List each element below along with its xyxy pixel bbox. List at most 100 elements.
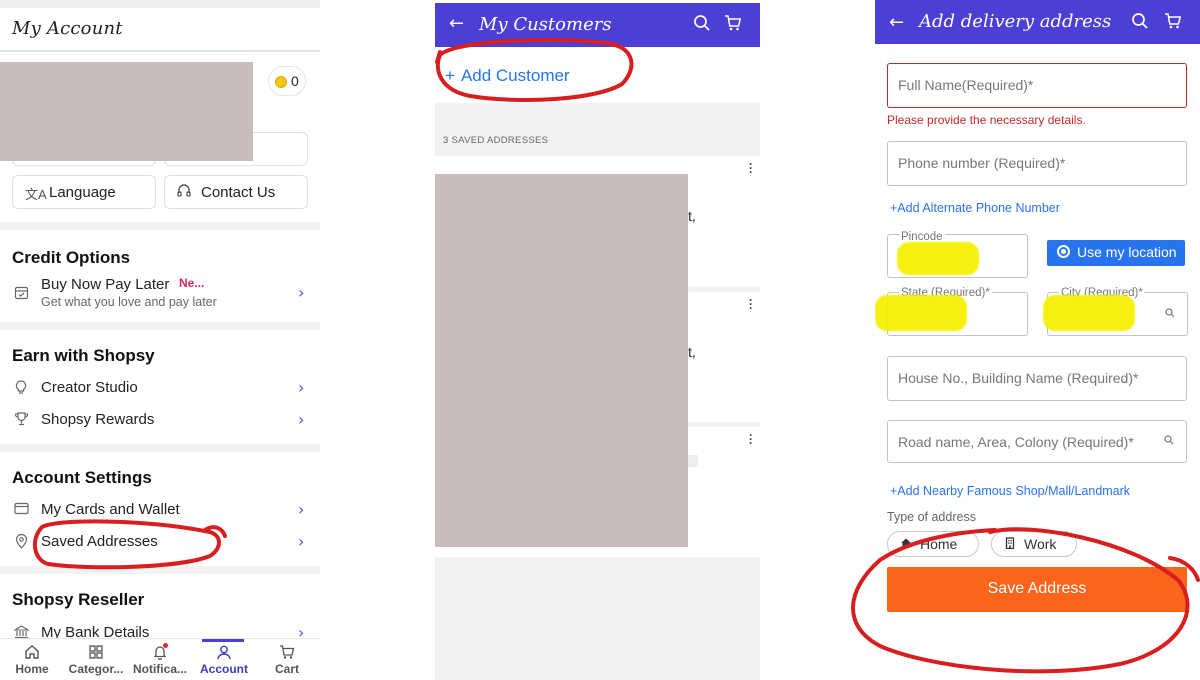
nav-home[interactable]: Home xyxy=(8,639,56,680)
add-customer-label: Add Customer xyxy=(460,66,570,85)
shopsy-rewards-label: Shopsy Rewards xyxy=(41,411,155,428)
add-alternate-phone-link[interactable]: +Add Alternate Phone Number xyxy=(890,201,1060,215)
road-placeholder: Road name, Area, Colony (Required)* xyxy=(898,434,1134,450)
nav-home-label: Home xyxy=(15,662,49,676)
cart-icon[interactable] xyxy=(1164,12,1184,32)
save-address-label: Save Address xyxy=(987,580,1087,597)
credit-options-heading: Credit Options xyxy=(12,248,131,267)
home-icon xyxy=(24,644,40,660)
trophy-icon xyxy=(13,412,29,428)
section-divider xyxy=(0,322,320,330)
saved-addresses-label: Saved Addresses xyxy=(41,533,158,550)
cards-wallet-label: My Cards and Wallet xyxy=(41,501,180,518)
headset-icon xyxy=(177,184,191,201)
language-button[interactable]: 文A Language xyxy=(12,175,156,209)
earn-heading: Earn with Shopsy xyxy=(12,346,155,365)
account-header: My Account xyxy=(0,8,320,52)
creator-studio-label: Creator Studio xyxy=(41,379,138,396)
redacted-addresses-block xyxy=(435,174,688,547)
phone-placeholder: Phone number (Required)* xyxy=(898,155,1066,171)
nav-cart-label: Cart xyxy=(274,662,299,676)
full-name-field[interactable]: Full Name(Required)* xyxy=(887,63,1187,108)
section-divider xyxy=(0,444,320,452)
nav-notifications-label: Notifica... xyxy=(132,662,187,676)
location-pin-icon xyxy=(13,533,29,550)
chevron-right-icon: › xyxy=(298,532,305,551)
road-area-field[interactable]: Road name, Area, Colony (Required)* xyxy=(887,420,1187,463)
add-customer-button[interactable]: + Add Customer xyxy=(445,66,570,86)
lightbulb-icon xyxy=(13,380,29,396)
translate-icon: 文A xyxy=(25,187,47,202)
tag-chip xyxy=(688,455,698,467)
cart-icon[interactable] xyxy=(724,14,744,34)
back-arrow-icon[interactable]: ← xyxy=(449,13,464,34)
search-icon xyxy=(1165,308,1175,321)
address-type-label: Type of address xyxy=(887,510,976,524)
search-icon[interactable] xyxy=(1131,12,1151,32)
language-label: Language xyxy=(49,184,116,201)
customers-app-bar: ← My Customers xyxy=(435,3,760,47)
house-building-field[interactable]: House No., Building Name (Required)* xyxy=(887,356,1187,401)
chevron-right-icon: › xyxy=(298,410,305,429)
highlighted-state-value xyxy=(875,295,967,331)
reseller-heading: Shopsy Reseller xyxy=(12,590,145,609)
more-options-icon[interactable]: · · · xyxy=(749,158,753,178)
highlighted-city-value xyxy=(1043,295,1135,331)
use-my-location-label: Use my location xyxy=(1077,244,1177,260)
cart-icon xyxy=(279,644,295,660)
save-address-button[interactable]: Save Address xyxy=(887,567,1187,612)
search-icon[interactable] xyxy=(693,14,713,34)
section-divider xyxy=(0,222,320,230)
contact-us-label: Contact Us xyxy=(201,184,276,201)
page-title: My Account xyxy=(12,18,123,39)
wallet-icon xyxy=(13,502,29,518)
home-chip-label: Home xyxy=(920,536,958,552)
page-title: Add delivery address xyxy=(919,11,1112,32)
highlighted-pincode-value xyxy=(897,242,979,275)
phone-number-field[interactable]: Phone number (Required)* xyxy=(887,141,1187,186)
add-delivery-address-screen: ← Add delivery address Full Name(Require… xyxy=(875,0,1200,680)
page-title: My Customers xyxy=(479,14,612,35)
bnpl-label: Buy Now Pay Later xyxy=(41,276,170,293)
add-landmark-link[interactable]: +Add Nearby Famous Shop/Mall/Landmark xyxy=(890,484,1130,498)
status-bar xyxy=(0,0,320,8)
use-my-location-button[interactable]: Use my location xyxy=(1047,240,1185,266)
more-options-icon[interactable]: · · · xyxy=(749,294,753,314)
more-options-icon[interactable]: · · · xyxy=(749,429,753,449)
plus-icon: + xyxy=(445,66,455,85)
delivery-app-bar: ← Add delivery address xyxy=(875,0,1200,44)
nav-cart[interactable]: Cart xyxy=(264,639,310,680)
new-badge: Ne... xyxy=(179,276,205,290)
address-text-fragment: t, xyxy=(688,344,696,360)
bottom-navigation: Home Categor... Notifica... Account Cart xyxy=(0,638,320,680)
address-text-fragment: t, xyxy=(688,208,696,224)
my-customers-screen: ← My Customers + Add Customer 3 SAVED ADD… xyxy=(435,0,760,680)
chevron-right-icon: › xyxy=(298,500,305,519)
crosshair-icon xyxy=(1057,245,1070,258)
saved-addresses-count: 3 SAVED ADDRESSES xyxy=(443,135,549,146)
notification-dot xyxy=(163,643,168,648)
add-customer-bar: + Add Customer xyxy=(435,47,760,103)
contact-us-button[interactable]: Contact Us xyxy=(164,175,308,209)
chevron-right-icon: › xyxy=(298,283,305,302)
nav-notifications[interactable]: Notifica... xyxy=(128,639,192,680)
nav-account-label: Account xyxy=(200,662,248,676)
back-arrow-icon[interactable]: ← xyxy=(889,12,904,33)
section-divider xyxy=(0,566,320,574)
address-type-work-chip[interactable]: Work xyxy=(991,531,1077,557)
home-icon xyxy=(900,537,912,552)
nav-categories-label: Categor... xyxy=(68,662,124,676)
work-chip-label: Work xyxy=(1024,536,1057,552)
user-icon xyxy=(216,644,232,660)
coin-icon xyxy=(275,76,287,88)
redacted-profile-block xyxy=(0,62,253,161)
account-settings-heading: Account Settings xyxy=(12,468,152,487)
nav-account[interactable]: Account xyxy=(196,639,252,680)
screenshot-collage: My Account 0 文A Language Contact Us Cred… xyxy=(0,0,1200,680)
house-placeholder: House No., Building Name (Required)* xyxy=(898,370,1139,386)
chevron-right-icon: › xyxy=(298,378,305,397)
nav-categories[interactable]: Categor... xyxy=(64,639,128,680)
supercoin-balance[interactable]: 0 xyxy=(268,66,306,96)
building-icon xyxy=(1004,537,1016,552)
address-type-home-chip[interactable]: Home xyxy=(887,531,979,557)
